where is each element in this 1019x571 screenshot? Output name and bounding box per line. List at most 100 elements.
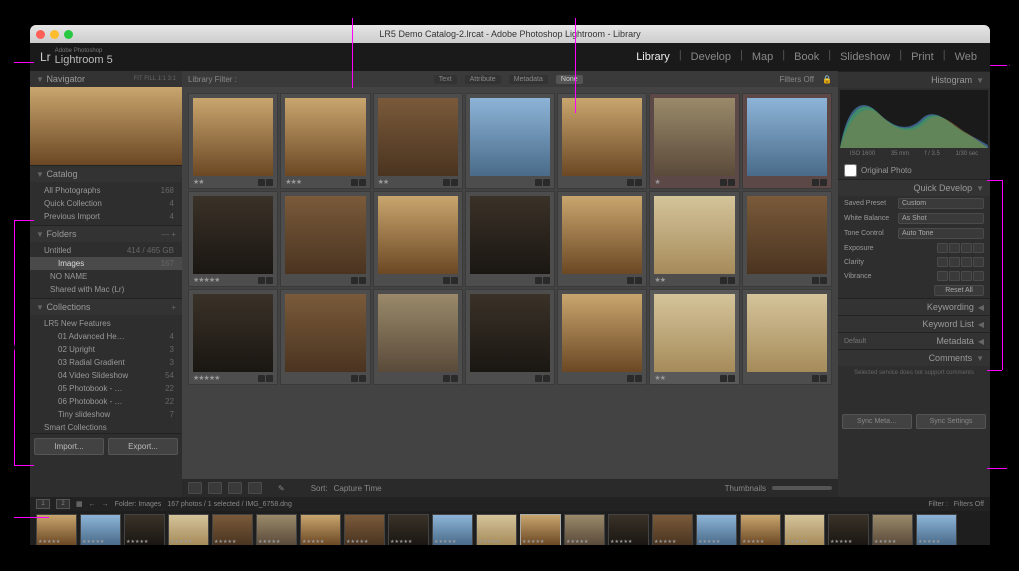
badge-icon[interactable] <box>728 277 735 284</box>
painter-icon[interactable]: ✎ <box>278 484 285 493</box>
badge-icon[interactable] <box>351 179 358 186</box>
filmstrip-thumbnail[interactable]: ★★★★★ <box>564 514 605 545</box>
collection-row[interactable]: LR5 New Features <box>30 317 182 330</box>
rating-stars[interactable]: ★ <box>654 178 659 186</box>
rating-stars[interactable]: ★★ <box>654 374 665 382</box>
grid-cell[interactable] <box>465 289 555 385</box>
compare-view-button[interactable] <box>228 482 242 494</box>
import-button[interactable]: Import... <box>34 438 104 455</box>
grid-cell[interactable] <box>280 191 370 287</box>
metadata-header[interactable]: DefaultMetadata◀ <box>838 332 990 349</box>
badge-icon[interactable] <box>451 277 458 284</box>
grid-cell[interactable] <box>373 191 463 287</box>
navigator-header[interactable]: ▼ Navigator FIT FILL 1:1 3:1 <box>30 71 182 87</box>
minimize-window-button[interactable] <box>50 30 59 39</box>
rating-stars[interactable]: ★★★★★ <box>193 276 219 284</box>
rating-stars[interactable]: ★★ <box>378 178 389 186</box>
navigator-preview[interactable] <box>30 87 182 165</box>
filter-metadata-tab[interactable]: Metadata <box>509 75 548 84</box>
filmstrip-thumbnail[interactable]: ★★★★★ <box>784 514 825 545</box>
badge-icon[interactable] <box>266 375 273 382</box>
saved-preset-select[interactable]: Custom <box>898 198 984 209</box>
folder-row[interactable]: Untitled414 / 465 GB <box>30 244 182 257</box>
filter-none-tab[interactable]: None <box>556 75 583 84</box>
metadata-preset[interactable]: Default <box>844 338 866 345</box>
grid-cell[interactable] <box>557 289 647 385</box>
rating-stars[interactable]: ★★ <box>654 276 665 284</box>
rating-stars[interactable]: ★★★★★ <box>193 374 219 382</box>
filmstrip-thumbnail[interactable]: ★★★★★ <box>828 514 869 545</box>
collection-row[interactable]: 02 Upright3 <box>30 343 182 356</box>
module-slideshow[interactable]: Slideshow <box>837 49 893 65</box>
exposure-inc-button[interactable] <box>961 243 972 253</box>
main-window-button[interactable]: 1 <box>36 499 50 509</box>
badge-icon[interactable] <box>728 179 735 186</box>
grid-cell[interactable] <box>373 289 463 385</box>
filmstrip-thumbnail[interactable]: ★★★★★ <box>36 514 77 545</box>
vibrance-inc2-button[interactable] <box>973 271 984 281</box>
folder-row[interactable]: Shared with Mac (Lr) <box>30 283 182 296</box>
filmstrip-thumbnail[interactable]: ★★★★★ <box>256 514 297 545</box>
reset-all-button[interactable]: Reset All <box>934 285 984 296</box>
filmstrip[interactable]: ★★★★★★★★★★★★★★★★★★★★★★★★★★★★★★★★★★★★★★★★… <box>30 511 990 545</box>
badge-icon[interactable] <box>820 179 827 186</box>
grid-cell[interactable] <box>557 93 647 189</box>
clarity-inc-button[interactable] <box>961 257 972 267</box>
keywording-header[interactable]: Keywording◀ <box>838 298 990 315</box>
grid-cell[interactable]: ★★ <box>649 191 739 287</box>
filmstrip-thumbnail[interactable]: ★★★★★ <box>388 514 429 545</box>
module-web[interactable]: Web <box>952 49 980 65</box>
grid-view-button[interactable] <box>188 482 202 494</box>
clarity-dec2-button[interactable] <box>937 257 948 267</box>
catalog-row[interactable]: All Photographs168 <box>30 184 182 197</box>
badge-icon[interactable] <box>820 375 827 382</box>
filmstrip-thumbnail[interactable]: ★★★★★ <box>740 514 781 545</box>
sync-metadata-button[interactable]: Sync Meta… <box>842 414 912 429</box>
grid-cell[interactable] <box>465 93 555 189</box>
filmstrip-filters-off[interactable]: Filters Off <box>954 501 984 508</box>
badge-icon[interactable] <box>812 277 819 284</box>
original-photo-checkbox[interactable] <box>844 164 857 177</box>
grid-cell[interactable] <box>557 191 647 287</box>
badge-icon[interactable] <box>443 277 450 284</box>
rating-stars[interactable]: ★★ <box>193 178 204 186</box>
filmstrip-thumbnail[interactable]: ★★★★★ <box>344 514 385 545</box>
filmstrip-thumbnail[interactable]: ★★★★★ <box>476 514 517 545</box>
filmstrip-thumbnail[interactable]: ★★★★★ <box>80 514 121 545</box>
navigator-modes[interactable]: FIT FILL 1:1 3:1 <box>134 76 176 82</box>
folders-header[interactable]: ▼ Folders — + <box>30 226 182 242</box>
filmstrip-thumbnail[interactable]: ★★★★★ <box>124 514 165 545</box>
folder-path[interactable]: Folder: Images <box>115 501 162 508</box>
filmstrip-thumbnail[interactable]: ★★★★★ <box>696 514 737 545</box>
badge-icon[interactable] <box>535 179 542 186</box>
badge-icon[interactable] <box>266 179 273 186</box>
badge-icon[interactable] <box>359 375 366 382</box>
auto-tone-button[interactable]: Auto Tone <box>898 228 984 239</box>
comments-header[interactable]: Comments▼ <box>838 349 990 366</box>
filmstrip-thumbnail[interactable]: ★★★★★ <box>212 514 253 545</box>
collection-row[interactable]: 03 Radial Gradient3 <box>30 356 182 369</box>
badge-icon[interactable] <box>812 179 819 186</box>
exposure-inc2-button[interactable] <box>973 243 984 253</box>
filter-lock-icon[interactable]: 🔒 <box>822 75 832 84</box>
badge-icon[interactable] <box>543 277 550 284</box>
badge-icon[interactable] <box>451 179 458 186</box>
vibrance-dec-button[interactable] <box>949 271 960 281</box>
badge-icon[interactable] <box>728 375 735 382</box>
badge-icon[interactable] <box>351 277 358 284</box>
exposure-dec2-button[interactable] <box>937 243 948 253</box>
filmstrip-thumbnail[interactable]: ★★★★★ <box>872 514 913 545</box>
back-icon[interactable]: ← <box>89 501 96 508</box>
badge-icon[interactable] <box>258 277 265 284</box>
badge-icon[interactable] <box>543 179 550 186</box>
badge-icon[interactable] <box>443 179 450 186</box>
sort-value[interactable]: Capture Time <box>334 484 382 493</box>
filter-text-tab[interactable]: Text <box>434 75 457 84</box>
module-develop[interactable]: Develop <box>688 49 734 65</box>
collection-row[interactable]: 04 Video Slideshow54 <box>30 369 182 382</box>
badge-icon[interactable] <box>258 179 265 186</box>
module-map[interactable]: Map <box>749 49 776 65</box>
badge-icon[interactable] <box>359 179 366 186</box>
badge-icon[interactable] <box>720 375 727 382</box>
module-print[interactable]: Print <box>908 49 937 65</box>
